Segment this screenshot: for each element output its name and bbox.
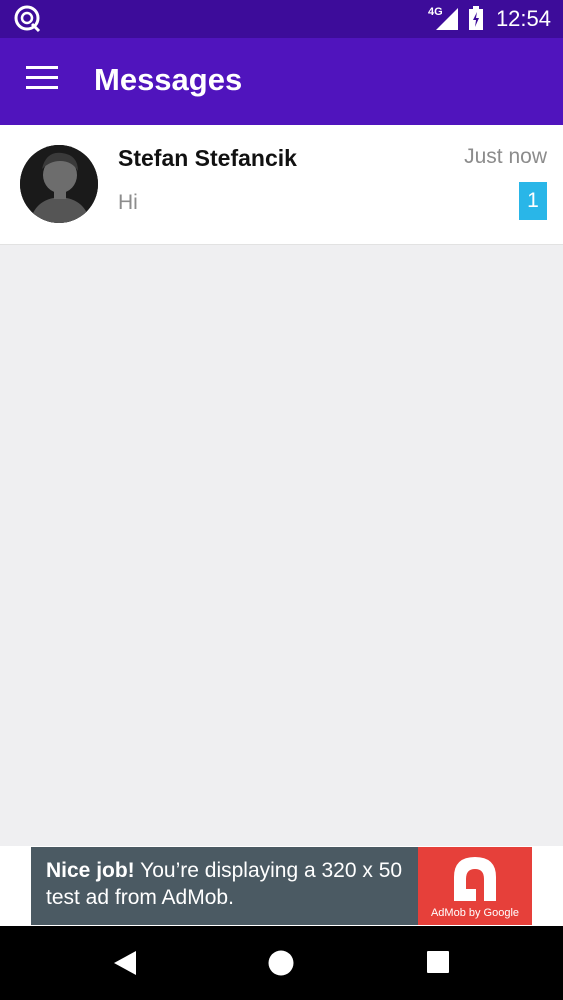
admob-icon [454, 857, 496, 901]
hamburger-menu-icon[interactable] [26, 66, 60, 96]
app-notification-icon [14, 5, 41, 33]
admob-brand: AdMob by Google [430, 907, 520, 919]
recents-icon[interactable] [426, 950, 450, 974]
ad-banner[interactable]: Nice job! You’re displaying a 320 x 50 t… [31, 847, 532, 925]
home-icon[interactable] [268, 950, 294, 976]
admob-logo: AdMob by Google [418, 847, 532, 925]
message-time: Just now [464, 145, 547, 168]
avatar [20, 145, 98, 223]
ad-headline: Nice job! [46, 859, 135, 882]
clock: 12:54 [495, 6, 551, 31]
ad-text: Nice job! You’re displaying a 320 x 50 t… [46, 857, 418, 911]
page-title: Messages [94, 62, 243, 97]
navigation-bar [0, 926, 563, 1000]
status-bar: 4G 12:54 [0, 0, 563, 38]
unread-badge: 1 [519, 182, 547, 220]
conversation-row[interactable]: Stefan Stefancik Hi Just now 1 [0, 125, 563, 245]
signal-icon [436, 8, 458, 30]
message-snippet: Hi [118, 191, 138, 214]
battery-icon [469, 6, 483, 30]
app-bar: Messages [0, 38, 563, 125]
back-icon[interactable] [112, 950, 138, 976]
contact-name: Stefan Stefancik [118, 145, 297, 171]
ad-container: Nice job! You’re displaying a 320 x 50 t… [0, 846, 563, 926]
